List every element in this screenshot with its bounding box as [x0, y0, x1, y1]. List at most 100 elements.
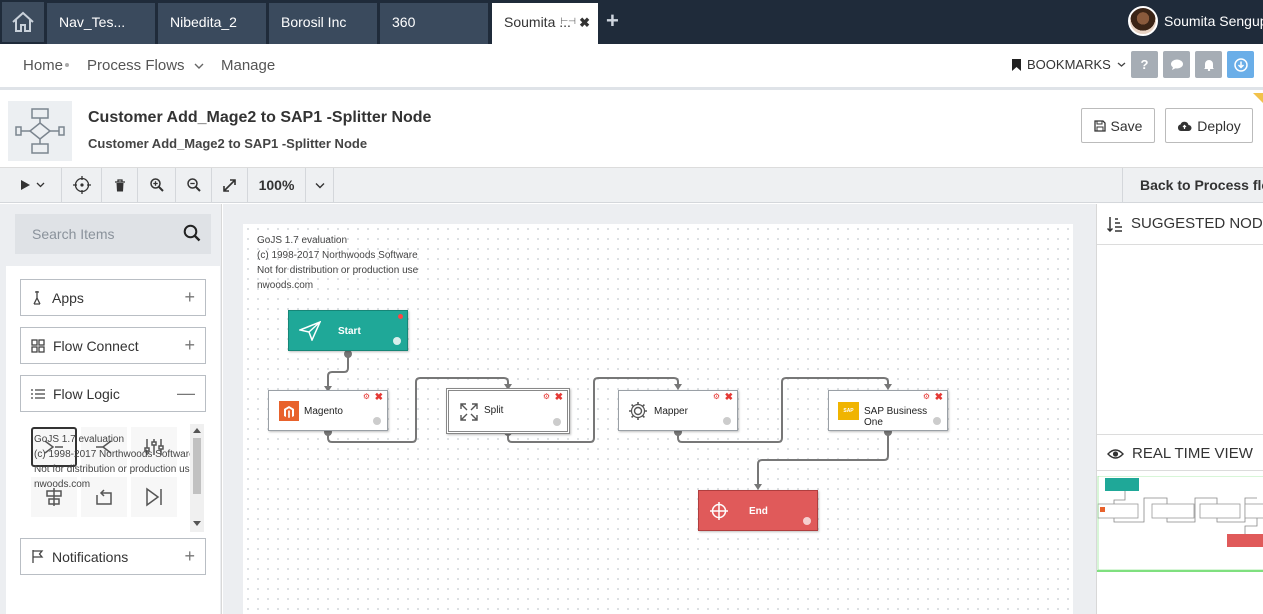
node-start[interactable]: Start	[288, 310, 408, 351]
section-notifications[interactable]: Notifications +	[20, 538, 206, 575]
cloud-upload-icon	[1178, 121, 1192, 131]
node-split[interactable]: Split ⚙ ✖	[446, 388, 570, 434]
node-port[interactable]	[933, 417, 941, 425]
tab-nibedita[interactable]: Nibedita_2	[158, 3, 266, 44]
chevron-down-icon[interactable]	[194, 62, 204, 70]
tab-nav-test[interactable]: Nav_Tes...	[47, 3, 155, 44]
watermark-line: Not for distribution or production use	[257, 265, 419, 276]
nav-bar: Home Process Flows Manage BOOKMARKS ?	[0, 44, 1263, 90]
divider	[1097, 470, 1263, 471]
search-icon[interactable]	[183, 224, 201, 242]
node-delete-icon[interactable]: ✖	[725, 392, 733, 403]
save-button[interactable]: Save	[1081, 108, 1155, 143]
section-flow-connect[interactable]: Flow Connect +	[20, 327, 206, 364]
delete-button[interactable]	[102, 168, 138, 202]
tab-label: Nav_Tes...	[59, 14, 126, 30]
minimap[interactable]	[1097, 476, 1263, 572]
node-end[interactable]: End	[698, 490, 818, 531]
download-button[interactable]	[1227, 51, 1254, 78]
diagram-toolbar: 100% Back to Process flow	[0, 168, 1263, 203]
node-delete-icon[interactable]: ✖	[935, 392, 943, 403]
nav-process-flows[interactable]: Process Flows	[87, 57, 185, 74]
watermark-line: GoJS 1.7 evaluation	[34, 434, 125, 445]
grid-icon	[31, 338, 45, 353]
add-tab-button[interactable]: +	[606, 8, 619, 34]
chevron-down-icon	[1117, 62, 1126, 67]
chat-button[interactable]	[1163, 51, 1190, 78]
zoom-in-icon	[149, 178, 164, 192]
scrollbar-thumb[interactable]	[193, 438, 201, 494]
nav-separator	[65, 63, 69, 67]
flag-icon	[32, 550, 44, 563]
scroll-down-icon[interactable]	[193, 521, 201, 527]
node-label: Split	[484, 405, 504, 416]
node-port[interactable]	[553, 418, 561, 426]
node-settings-icon[interactable]: ⚙	[543, 392, 550, 401]
expand-icon: +	[184, 546, 195, 566]
flowchart-icon	[8, 101, 72, 161]
palette-scrollbar[interactable]	[190, 424, 204, 532]
search-input[interactable]: Search Items	[15, 214, 211, 254]
tab-soumita[interactable]: Soumita ... ⊢⊣ ✖	[492, 3, 598, 44]
toolbar-divider	[1122, 168, 1123, 202]
zoom-out-button[interactable]	[176, 168, 212, 202]
node-label: Magento	[304, 406, 343, 417]
node-mapper[interactable]: Mapper ⚙ ✖	[618, 390, 738, 431]
home-tab[interactable]	[2, 2, 44, 42]
section-apps[interactable]: Apps +	[20, 279, 206, 316]
collapse-icon: —	[177, 383, 195, 403]
crosshair-icon	[72, 176, 91, 194]
center-button[interactable]	[62, 168, 102, 202]
divider	[1097, 244, 1263, 245]
zoom-out-icon	[186, 178, 201, 192]
tab-bar: Nav_Tes... Nibedita_2 Borosil Inc 360 So…	[0, 0, 1263, 44]
tab-360[interactable]: 360	[380, 3, 488, 44]
scroll-up-icon[interactable]	[193, 427, 201, 433]
bell-icon	[1203, 60, 1214, 71]
zoom-dropdown[interactable]	[306, 168, 334, 202]
node-delete-icon[interactable]: ✖	[375, 392, 383, 403]
nav-home[interactable]: Home	[23, 57, 63, 74]
tab-borosil[interactable]: Borosil Inc	[269, 3, 377, 44]
flow-link-icon: ⊢⊣	[560, 16, 576, 26]
watermark-line: GoJS 1.7 evaluation	[257, 235, 348, 246]
nav-manage[interactable]: Manage	[221, 57, 275, 74]
list-icon	[31, 388, 45, 399]
zoom-level: 100%	[248, 168, 306, 202]
back-to-process-flow-link[interactable]: Back to Process flow	[1140, 177, 1263, 193]
divider	[1097, 434, 1263, 435]
section-label: Apps	[52, 289, 84, 306]
node-settings-icon[interactable]: ⚙	[363, 392, 370, 401]
node-settings-icon[interactable]: ⚙	[923, 392, 930, 401]
expand-icon: +	[184, 287, 195, 307]
node-magento[interactable]: Magento ⚙ ✖	[268, 390, 388, 431]
watermark-line: nwoods.com	[257, 280, 314, 291]
node-sap-business-one[interactable]: SAP SAP Business One ⚙ ✖	[828, 390, 948, 431]
page-subtitle: Customer Add_Mage2 to SAP1 -Splitter Nod…	[88, 136, 368, 151]
notifications-button[interactable]	[1195, 51, 1222, 78]
node-port[interactable]	[393, 337, 401, 345]
node-settings-icon[interactable]: ⚙	[713, 392, 720, 401]
deploy-button[interactable]: Deploy	[1165, 108, 1253, 143]
help-button[interactable]: ?	[1131, 51, 1158, 78]
suggested-nodes-header[interactable]: SUGGESTED NODES	[1107, 215, 1263, 232]
real-time-view-header[interactable]: REAL TIME VIEW	[1107, 445, 1253, 462]
run-button[interactable]	[0, 168, 62, 202]
home-icon	[12, 11, 34, 32]
fit-button[interactable]	[212, 168, 248, 202]
node-port[interactable]	[373, 417, 381, 425]
node-port[interactable]	[723, 417, 731, 425]
status-dot	[398, 314, 403, 319]
node-label: End	[749, 506, 768, 517]
page-title[interactable]: Customer Add_Mage2 to SAP1 -Splitter Nod…	[88, 109, 431, 127]
expand-icon: +	[184, 335, 195, 355]
bookmarks-menu[interactable]: BOOKMARKS	[1012, 57, 1126, 72]
section-flow-logic[interactable]: Flow Logic —	[20, 375, 206, 412]
flow-header: Customer Add_Mage2 to SAP1 -Splitter Nod…	[0, 93, 1263, 168]
node-port[interactable]	[803, 517, 811, 525]
tab-close-icon[interactable]: ✖	[579, 15, 590, 31]
real-time-view-title: REAL TIME VIEW	[1132, 445, 1253, 462]
user-menu[interactable]: Soumita Sengupta	[1128, 6, 1263, 36]
node-delete-icon[interactable]: ✖	[555, 392, 563, 403]
zoom-in-button[interactable]	[138, 168, 176, 202]
